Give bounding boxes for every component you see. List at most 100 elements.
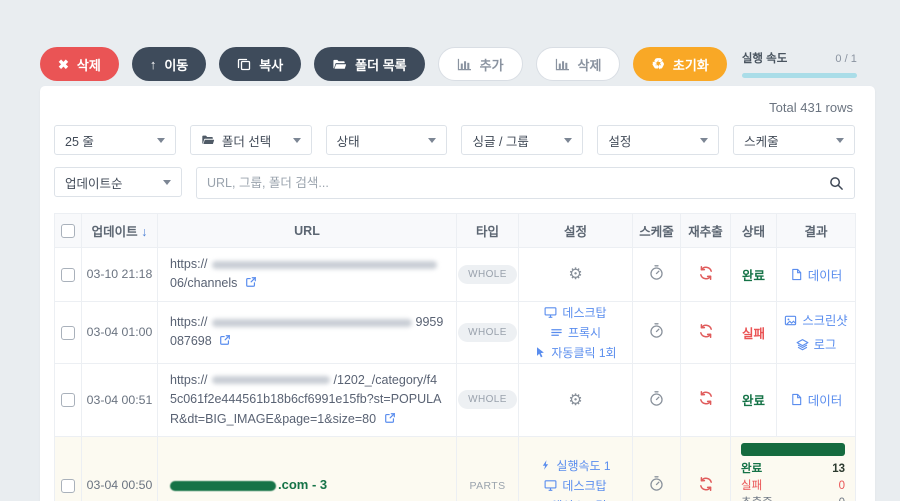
bolt-icon (540, 459, 551, 471)
search-input[interactable] (207, 176, 829, 190)
row-update-time: 03-04 01:00 (81, 300, 158, 364)
gear-icon[interactable]: ⚙ (568, 266, 582, 283)
table-header-row: 업데이트 ↓ URL 타입 설정 스케줄 재추출 상태 결과 (54, 213, 856, 248)
stopwatch-icon[interactable] (648, 322, 665, 339)
row-url: https:///1202_/category/f45c061f2e444561… (157, 362, 457, 437)
status-select[interactable]: 상태 (325, 125, 448, 155)
group-stats: 완료13 실패0 추출중0 대기중0 (730, 435, 856, 501)
folder-list-button-label: 폴더 목록 (355, 57, 407, 73)
folder-select[interactable]: 폴더 선택 (189, 125, 312, 155)
run-speed-progress-bar (741, 73, 857, 78)
row-update-time: 03-04 00:51 (81, 362, 158, 437)
arrow-up-icon: ↑ (149, 56, 157, 72)
refresh-icon[interactable] (698, 476, 714, 492)
chevron-down-icon (835, 137, 844, 143)
col-header-url[interactable]: URL (157, 213, 457, 248)
rows-per-page-select[interactable]: 25 줄 (54, 125, 176, 155)
document-icon (790, 393, 803, 406)
stat-failed: 실패 0 (741, 480, 845, 493)
remove-button[interactable]: 삭제 (535, 47, 621, 81)
type-badge: WHOLE (458, 264, 517, 284)
row-checkbox[interactable] (61, 478, 75, 493)
stopwatch-icon[interactable] (648, 390, 665, 407)
schedule-select-value: 스케줄 (744, 134, 779, 149)
copy-button[interactable]: 복사 (219, 47, 302, 81)
settings-select[interactable]: 설정 (597, 125, 720, 155)
add-button[interactable]: 추가 (437, 47, 523, 81)
status-badge: 완료 (741, 268, 765, 283)
move-button[interactable]: ↑ 이동 (131, 47, 207, 81)
external-link-icon[interactable] (384, 412, 396, 424)
chevron-down-icon (700, 137, 709, 143)
table-row: 03-04 01:00 https://9959 087698 WHOLE 데스… (54, 300, 856, 364)
row-url: https://9959 087698 (157, 300, 457, 364)
toolbar: ✖ 삭제 ↑ 이동 복사 폴더 목록 추가 삭제 ♻ 초기화 실행 속도 0 /… (40, 47, 872, 81)
bar-chart-icon (457, 58, 472, 71)
row-checkbox[interactable] (61, 393, 75, 408)
status-badge: 완료 (741, 394, 765, 409)
row-group-name[interactable]: .com - 3 (157, 435, 457, 501)
type-badge: WHOLE (458, 322, 517, 342)
folder-select-value: 폴더 선택 (221, 134, 272, 149)
group-progress-bar (741, 442, 845, 456)
select-all-checkbox[interactable] (61, 223, 75, 238)
stopwatch-icon[interactable] (648, 475, 665, 492)
settings-select-value: 설정 (608, 134, 632, 149)
row-checkbox[interactable] (61, 325, 75, 340)
type-label: PARTS (469, 480, 506, 493)
folder-icon (201, 133, 215, 147)
col-header-schedule[interactable]: 스케줄 (632, 213, 681, 248)
list-icon (550, 326, 563, 339)
delete-button[interactable]: ✖ 삭제 (40, 47, 119, 81)
move-button-label: 이동 (164, 57, 189, 73)
sort-select[interactable]: 업데이트순 (54, 167, 182, 197)
gear-icon[interactable]: ⚙ (568, 392, 582, 409)
table-row: 03-10 21:18 https:// 06/channels WHOLE ⚙… (54, 247, 856, 302)
col-header-update[interactable]: 업데이트 ↓ (81, 213, 158, 248)
setting-autoclick[interactable]: 자동클릭 1회 (534, 344, 617, 361)
data-link[interactable]: 데이터 (790, 265, 842, 284)
setting-desktop[interactable]: 데스크탑 (544, 477, 607, 494)
search-bar (196, 167, 855, 199)
search-icon[interactable] (829, 176, 844, 191)
data-link[interactable]: 데이터 (790, 390, 842, 409)
row-update-time: 03-04 00:50 (81, 435, 158, 501)
cursor-icon (534, 346, 546, 358)
refresh-icon[interactable] (698, 323, 714, 339)
stopwatch-icon[interactable] (648, 264, 665, 281)
col-header-reextract[interactable]: 재추출 (680, 213, 731, 248)
single-group-select[interactable]: 싱글 / 그룹 (461, 125, 584, 155)
folder-list-button[interactable]: 폴더 목록 (314, 47, 425, 81)
refresh-icon[interactable] (698, 390, 714, 406)
log-link[interactable]: 로그 (796, 335, 836, 353)
col-header-status[interactable]: 상태 (730, 213, 777, 248)
reset-button[interactable]: ♻ 초기화 (633, 47, 727, 81)
setting-desktop[interactable]: 데스크탑 (544, 304, 607, 321)
external-link-icon[interactable] (219, 334, 231, 346)
col-header-type[interactable]: 타입 (456, 213, 519, 248)
chevron-down-icon (428, 137, 437, 143)
folder-open-icon (332, 57, 347, 72)
refresh-icon[interactable] (698, 265, 714, 281)
delete-button-label: 삭제 (76, 57, 101, 73)
setting-run-speed[interactable]: 실행속도 1 (540, 457, 611, 474)
run-speed-value: 0 / 1 (835, 53, 857, 65)
screenshot-link[interactable]: 스크린샷 (784, 311, 848, 329)
setting-proxy[interactable]: 프록시 (550, 324, 601, 341)
run-speed-widget: 실행 속도 0 / 1 (741, 50, 857, 78)
list-card: Total 431 rows 25 줄 폴더 선택 상태 싱글 / 그룹 설정 … (40, 86, 875, 501)
desktop-icon (544, 306, 557, 319)
external-link-icon[interactable] (245, 276, 257, 288)
chevron-down-icon (564, 137, 573, 143)
sort-desc-icon: ↓ (141, 225, 148, 239)
stat-complete: 완료 13 (741, 462, 845, 475)
url-table: 업데이트 ↓ URL 타입 설정 스케줄 재추출 상태 결과 03-10 21:… (54, 213, 856, 501)
recycle-icon: ♻ (651, 55, 665, 73)
row-url: https:// 06/channels (157, 247, 457, 302)
col-header-settings[interactable]: 설정 (518, 213, 633, 248)
schedule-select[interactable]: 스케줄 (733, 125, 855, 155)
desktop-icon (544, 479, 557, 492)
row-checkbox[interactable] (61, 267, 75, 282)
col-header-result[interactable]: 결과 (776, 213, 856, 248)
setting-action-script[interactable]: 액션스크립트 (533, 497, 617, 501)
